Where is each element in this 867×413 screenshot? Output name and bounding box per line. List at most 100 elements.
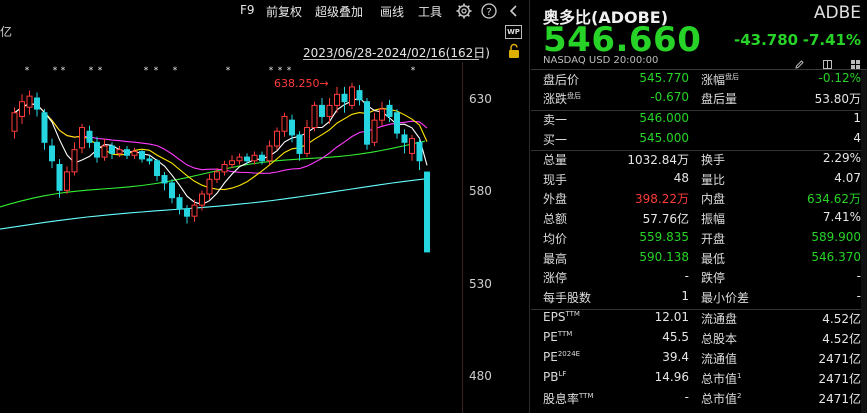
event-star: * [61, 66, 66, 76]
quote-label: 最低 [701, 252, 726, 266]
quote-value: 4 [853, 131, 861, 145]
candle-up [214, 171, 220, 180]
quote-label: 开盘 [701, 232, 726, 246]
candle-down [364, 101, 370, 145]
candle-down [154, 160, 160, 177]
quote-label-group: 总市值2 [701, 390, 741, 407]
chevron-left-icon[interactable] [505, 2, 523, 20]
quote-value: 2471亿 [818, 372, 861, 386]
quote-label: 均价 [543, 232, 568, 246]
pencil-icon[interactable] [794, 55, 805, 69]
f9-button[interactable]: F9 [240, 3, 255, 17]
date-range-underline [303, 59, 479, 60]
event-star: * [25, 66, 30, 76]
quote-value: 590.138 [639, 250, 689, 264]
gear-icon[interactable] [455, 2, 473, 20]
candle-down [109, 145, 115, 154]
price-tick: 580 [469, 184, 492, 198]
quote-label-group: 振幅 [701, 210, 725, 227]
event-star: * [173, 66, 178, 76]
chart-toolbar: F9 前复权 超级叠加 画线 工具 ? [0, 0, 530, 22]
quote-label-suffix: 盘后 [567, 92, 582, 100]
quote-label: 内盘 [701, 192, 726, 206]
candle-down [146, 158, 153, 162]
tools-button[interactable]: 工具 [418, 3, 442, 20]
candle-up [26, 95, 33, 108]
candles [11, 82, 430, 253]
quote-label: 涨停 [543, 271, 568, 285]
quote-label-suffix: TTM [565, 310, 580, 318]
event-star: * [89, 66, 94, 76]
candle-up [116, 149, 123, 154]
grid-icon[interactable] [850, 55, 861, 69]
candle-up [221, 163, 228, 173]
quote-label-group: 最低 [701, 250, 725, 267]
ticker-symbol: ADBE [813, 3, 861, 23]
quote-label-group: EPSTTM [543, 310, 580, 324]
lock-icon[interactable] [507, 43, 521, 59]
chart-scrollbar[interactable] [522, 62, 528, 413]
event-star: * [98, 66, 103, 76]
quote-label-suffix: 2024E [557, 350, 581, 358]
columns-icon[interactable] [822, 55, 833, 69]
kline-chart-panel[interactable]: F9 前复权 超级叠加 画线 工具 ? 亿 2023/06/28-2024/02… [0, 0, 530, 413]
price-axis-border [462, 62, 463, 413]
overlay-button[interactable]: 超级叠加 [315, 3, 363, 20]
quote-label-group: 内盘 [701, 190, 725, 207]
quote-scrollbar[interactable] [861, 70, 867, 413]
event-star: * [287, 66, 292, 76]
draw-line-button[interactable]: 画线 [380, 3, 404, 20]
candle-up [236, 156, 243, 162]
candle-up [64, 171, 70, 191]
candle-up [71, 149, 78, 173]
candle-down [34, 97, 40, 110]
unit-label: 亿 [0, 25, 13, 39]
quote-row: 最高 590.138 最低 546.370 [531, 250, 867, 271]
candle-down [161, 175, 168, 184]
candle-up [304, 127, 310, 154]
candle-down [341, 93, 348, 103]
quote-label: 现手 [543, 173, 568, 187]
candle-down [386, 104, 393, 117]
candle-down [289, 119, 295, 136]
quote-label: 流通盘 [701, 312, 738, 326]
event-star: * [269, 66, 274, 76]
quote-row: 外盘 398.22万 内盘 634.62万 [531, 190, 867, 211]
quote-row: PETTM 45.5 总股本 4.52亿 [531, 330, 867, 351]
quote-row: EPSTTM 12.01 流通盘 4.52亿 [531, 310, 867, 331]
moving-average-lines [0, 96, 428, 230]
price-tick: 530 [469, 277, 492, 291]
quote-label-group: 涨跌盘后 [543, 90, 581, 107]
wp-badge[interactable]: WP [505, 25, 522, 39]
candle-up [11, 112, 18, 132]
candle-up [199, 193, 205, 206]
candle-down [424, 171, 430, 253]
quote-label: PE [543, 330, 558, 344]
quote-label: 卖一 [543, 113, 568, 127]
quote-label: PE [543, 350, 558, 364]
adjust-button[interactable]: 前复权 [266, 3, 302, 20]
candlestick-chart[interactable]: * * * * * * * * * * * * * 638.250→ [0, 62, 462, 413]
help-icon[interactable]: ? [480, 2, 498, 20]
quote-label: 跌停 [701, 271, 726, 285]
quote-row: 买一 545.000 4 [531, 131, 867, 152]
quote-label-group: 盘后量 [701, 90, 737, 107]
quote-value: 4.52亿 [822, 332, 861, 346]
quote-label-suffix: 1 [737, 372, 742, 380]
quote-value: 2471亿 [818, 392, 861, 406]
quote-value: 12.01 [654, 310, 689, 324]
quote-label-group: 跌停 [701, 269, 725, 286]
quote-label: 量比 [701, 173, 726, 187]
quote-value: 4.52亿 [822, 312, 861, 326]
quote-row: 涨跌盘后 -0.670 盘后量 53.80万 [531, 90, 867, 111]
candle-down [94, 141, 100, 158]
candle-down [176, 197, 183, 210]
quote-row: 卖一 546.000 1 [531, 111, 867, 132]
candle-up [251, 154, 258, 162]
candle-down [296, 134, 303, 154]
quote-divider [531, 69, 867, 70]
quote-label: 总股本 [701, 332, 738, 346]
quote-label-group: 量比 [701, 171, 725, 188]
candle-up [101, 145, 108, 158]
quote-label-group: 流通值 [701, 350, 737, 367]
